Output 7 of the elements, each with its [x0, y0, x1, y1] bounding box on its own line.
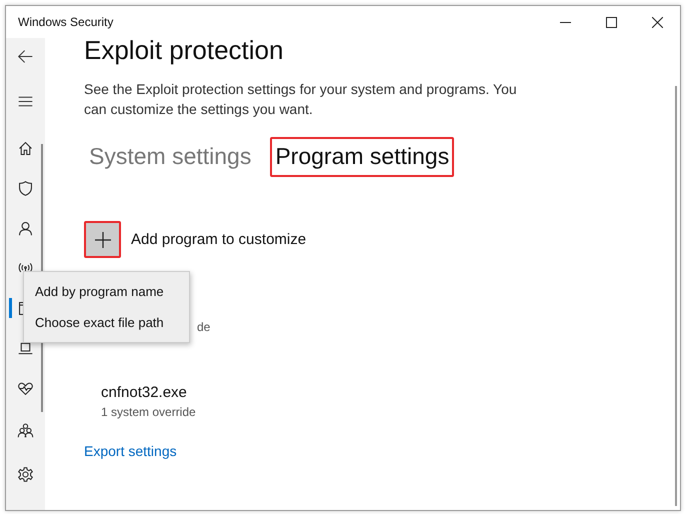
program-detail: de: [197, 319, 212, 336]
add-label: Add program to customize: [131, 231, 306, 248]
program-name: cnfnot32.exe: [101, 383, 188, 403]
description: See the Exploit protection settings for your system and programs. You can customize the settings you want.: [84, 80, 518, 119]
window-title: Windows Security: [18, 15, 114, 29]
program-detail: 1 system override: [101, 404, 197, 421]
page-title: Exploit protection: [84, 35, 284, 65]
